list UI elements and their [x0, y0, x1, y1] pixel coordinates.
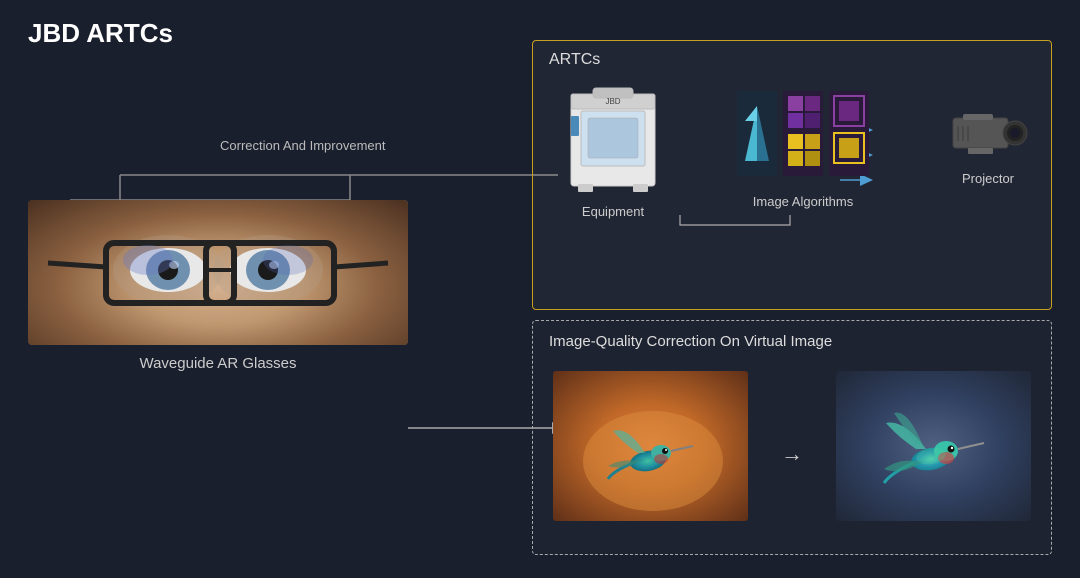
iqc-box: Image-Quality Correction On Virtual Imag… — [532, 320, 1052, 555]
bird-after: ARTCs Corrected — [836, 371, 1031, 521]
svg-text:JBD: JBD — [605, 97, 620, 106]
algo-area: Image Algorithms — [693, 86, 913, 246]
algo-label: Image Algorithms — [753, 194, 853, 209]
correction-label: Correction And Improvement — [220, 138, 385, 153]
glasses-image — [28, 200, 408, 345]
glasses-label: Waveguide AR Glasses — [28, 355, 408, 372]
algo-cards — [737, 91, 869, 176]
equipment-area: JBD Equipment — [553, 86, 673, 226]
artcs-box-title: ARTCs — [549, 51, 600, 69]
bird-before: No Corrected — [553, 371, 748, 521]
page-title: JBD ARTCs — [28, 18, 173, 49]
birds-arrow: → — [781, 441, 803, 467]
equipment-label: Equipment — [582, 204, 644, 219]
iqc-title: Image-Quality Correction On Virtual Imag… — [549, 333, 832, 350]
artcs-box: ARTCs JBD Equipment — [532, 40, 1052, 310]
projector-area: Projector — [943, 106, 1033, 226]
projector-label: Projector — [962, 171, 1014, 186]
